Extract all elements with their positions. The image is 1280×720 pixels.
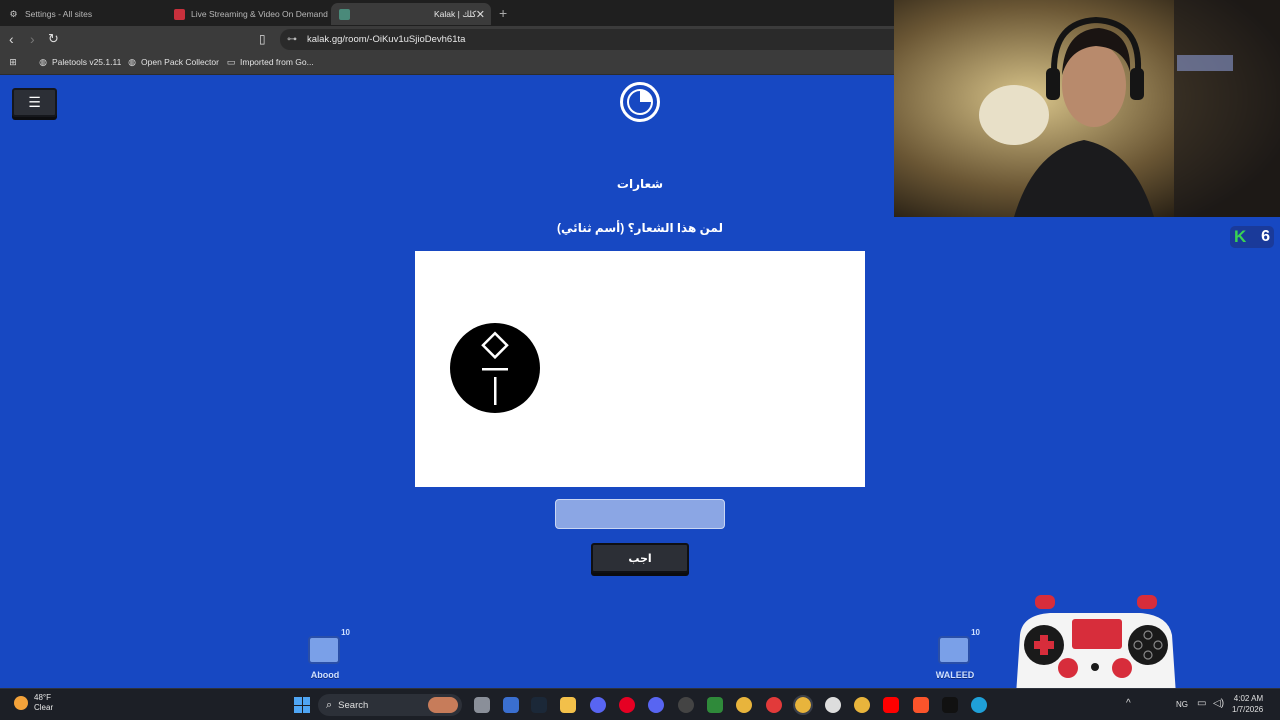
discord-alt-icon[interactable] (648, 697, 664, 713)
bookmark-label: Imported from Go... (240, 57, 314, 67)
tab-label: Settings - All sites (25, 9, 93, 19)
timer-icon (620, 82, 660, 122)
clock-date: 1/7/2026 (1232, 705, 1264, 714)
chrome-active-icon[interactable] (793, 695, 813, 715)
category-title: شعارات (616, 177, 664, 191)
search-icon: ⌕ (326, 698, 333, 711)
chrome-profile-icon[interactable] (854, 697, 870, 713)
player-avatar (308, 636, 340, 664)
app-icon[interactable] (678, 697, 694, 713)
discord-icon[interactable] (590, 697, 606, 713)
hamburger-icon: ☰ (28, 94, 41, 110)
weather-temp: 48°F (34, 693, 51, 702)
media-player-icon[interactable] (766, 697, 782, 713)
menu-button[interactable]: ☰ (12, 88, 57, 117)
network-icon[interactable]: ▭ (1197, 698, 1206, 709)
tab-streaming[interactable]: Live Streaming & Video On Demand (166, 3, 330, 25)
file-explorer-icon[interactable] (560, 697, 576, 713)
answer-input-box[interactable] (555, 499, 725, 529)
weather-icon (14, 696, 28, 710)
bookmark-open-pack[interactable]: ◍ Open Pack Collector (127, 56, 219, 68)
player-waleed: 10 WALEED (930, 628, 980, 680)
windows-start-icon[interactable] (294, 697, 310, 713)
task-view-icon[interactable] (474, 697, 490, 713)
globe-icon: ◍ (128, 56, 136, 67)
score-badge: K 6 (1230, 226, 1274, 248)
bookmark-paletools[interactable]: ◍ Paletools v25.1.11 (38, 56, 122, 68)
brave-icon[interactable] (913, 697, 929, 713)
input-language[interactable]: NG (1176, 699, 1188, 710)
chrome-icon[interactable] (736, 697, 752, 713)
url-field[interactable]: ⊶ kalak.gg/room/-OiKuv1uSjioDevh61ta (280, 29, 894, 50)
capcut-icon[interactable] (942, 697, 958, 713)
logo-image (450, 323, 540, 413)
weather-desc: Clear (34, 703, 54, 712)
gear-icon: ⚙ (9, 8, 18, 19)
youtube-icon[interactable] (883, 697, 899, 713)
volume-icon[interactable]: ◁) (1213, 698, 1224, 709)
bookmark-icon[interactable]: ▯ (259, 32, 266, 46)
screen: ⚙ Settings - All sites Live Streaming & … (0, 0, 1280, 720)
back-icon[interactable]: ‹ (9, 31, 14, 47)
browser-addressbar: ‹ › ↻ ▯ ⊶ kalak.gg/room/-OiKuv1uSjioDevh… (0, 26, 894, 53)
site-settings-icon[interactable]: ⊶ (287, 34, 297, 45)
widget-app-icon[interactable] (503, 697, 519, 713)
tray-overflow-icon[interactable]: ^ (1126, 698, 1131, 709)
tab-kalak[interactable]: Kalak | كلك ✕ (331, 3, 491, 25)
tab-label: Kalak | كلك (434, 8, 477, 19)
tab-settings[interactable]: ⚙ Settings - All sites (0, 3, 166, 25)
bookmark-folder-imported[interactable]: ▭ Imported from Go... (226, 56, 314, 68)
score-value: 6 (1261, 228, 1270, 245)
edge-icon[interactable] (971, 697, 987, 713)
apps-icon[interactable]: ⊞ (8, 57, 22, 67)
new-tab-icon[interactable]: + (499, 5, 507, 21)
player-avatar (938, 636, 970, 664)
webcam-overlay (894, 0, 1280, 217)
player-name: Abood (310, 670, 340, 680)
bookmark-label: Open Pack Collector (141, 57, 219, 67)
question-text: لمن هذا الشعار؟ (أسم ثنائي) (557, 221, 723, 235)
globe-icon: ◍ (39, 56, 47, 67)
forward-icon[interactable]: › (30, 31, 35, 47)
player-name: WALEED (935, 670, 975, 680)
player-score: 10 (971, 628, 980, 637)
submit-answer-button[interactable]: اجب (591, 543, 689, 573)
search-highlight-icon (428, 697, 458, 713)
taskbar-search[interactable]: ⌕ Search (318, 694, 462, 716)
url-text: kalak.gg/room/-OiKuv1uSjioDevh61ta (307, 34, 466, 45)
windows-taskbar: 48°F Clear ⌕ Search ^ NG ▭ ◁) 4:02 AM 1/… (0, 688, 1280, 720)
kalak-icon (339, 8, 350, 20)
bookmark-label: Paletools v25.1.11 (52, 57, 122, 67)
close-icon[interactable]: ✕ (476, 8, 485, 21)
reload-icon[interactable]: ↻ (48, 31, 59, 47)
bookmarks-bar: ⊞ ◍ Paletools v25.1.11 ◍ Open Pack Colle… (0, 53, 894, 75)
question-image (415, 251, 865, 487)
folder-icon: ▭ (226, 56, 236, 67)
search-placeholder: Search (338, 699, 369, 711)
weather-widget[interactable]: 48°F Clear (14, 693, 53, 713)
browser-tabbar: ⚙ Settings - All sites Live Streaming & … (0, 0, 894, 26)
site-icon (174, 8, 185, 20)
steelseries-icon[interactable] (825, 697, 841, 713)
player-score: 10 (341, 628, 350, 637)
clock[interactable]: 4:02 AM 1/7/2026 (1232, 693, 1263, 715)
webcam-feed (894, 0, 1280, 217)
clock-time: 4:02 AM (1233, 694, 1264, 703)
tab-label: Live Streaming & Video On Demand (191, 9, 328, 19)
razer-icon[interactable] (707, 697, 723, 713)
player-abood: 10 Abood (300, 628, 350, 680)
kalak-k-icon: K (1234, 227, 1247, 246)
steam-icon[interactable] (531, 697, 547, 713)
pinterest-icon[interactable] (619, 697, 635, 713)
answer-input[interactable] (556, 500, 724, 528)
